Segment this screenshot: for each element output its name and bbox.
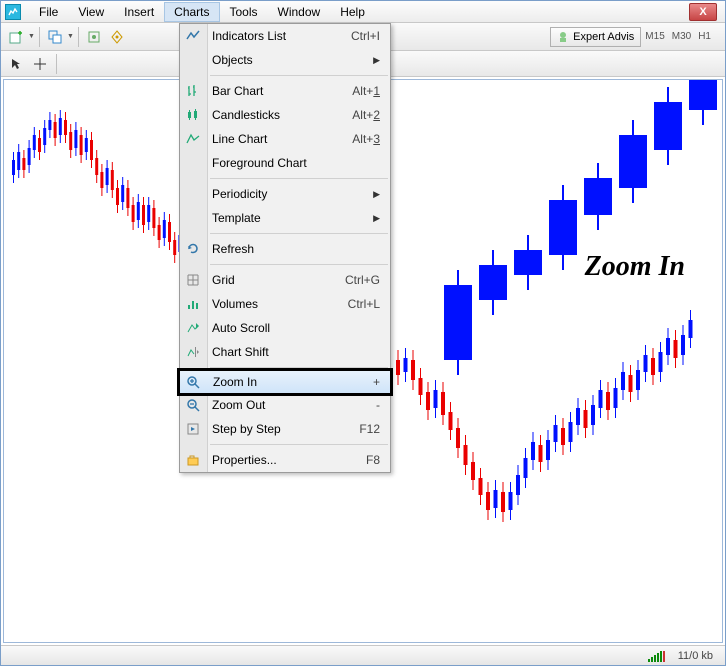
menu-line-chart[interactable]: Line ChartAlt+3 bbox=[180, 127, 390, 151]
status-kb: 11/0 kb bbox=[678, 650, 713, 662]
profiles-button[interactable] bbox=[44, 26, 66, 48]
chart-shift-icon bbox=[185, 344, 201, 360]
menu-insert[interactable]: Insert bbox=[114, 2, 164, 22]
navigator-button[interactable] bbox=[106, 26, 128, 48]
step-icon bbox=[185, 421, 201, 437]
menu-step-by-step[interactable]: Step by StepF12 bbox=[180, 417, 390, 441]
menu-file[interactable]: File bbox=[29, 2, 68, 22]
menu-foreground-chart[interactable]: Foreground Chart bbox=[180, 151, 390, 175]
statusbar: 11/0 kb bbox=[1, 645, 725, 665]
submenu-arrow-icon: ▶ bbox=[373, 55, 380, 66]
menu-candlesticks[interactable]: CandlesticksAlt+2 bbox=[180, 103, 390, 127]
zoom-in-icon bbox=[185, 374, 201, 390]
properties-icon bbox=[185, 452, 201, 468]
zoom-out-icon bbox=[185, 397, 201, 413]
menu-zoom-out[interactable]: Zoom Out- bbox=[180, 393, 390, 417]
line-chart-icon bbox=[185, 131, 201, 147]
timeframe-m15[interactable]: M15 bbox=[642, 29, 667, 44]
menu-indicators-list[interactable]: Indicators ListCtrl+I bbox=[180, 24, 390, 48]
indicators-icon bbox=[185, 28, 201, 44]
window-close-button[interactable]: X bbox=[689, 3, 717, 21]
cursor-tool[interactable] bbox=[5, 53, 27, 75]
auto-scroll-icon bbox=[185, 320, 201, 336]
charts-dropdown-menu: Indicators ListCtrl+I Objects▶ Bar Chart… bbox=[179, 23, 391, 473]
menubar: File View Insert Charts Tools Window Hel… bbox=[1, 1, 725, 23]
dropdown-arrow-icon[interactable]: ▼ bbox=[28, 33, 35, 40]
market-watch-button[interactable] bbox=[83, 26, 105, 48]
menu-objects[interactable]: Objects▶ bbox=[180, 48, 390, 72]
annotation-label: Zoom In bbox=[585, 251, 685, 283]
menu-zoom-in[interactable]: Zoom In+ bbox=[179, 370, 391, 394]
refresh-icon bbox=[185, 241, 201, 257]
menu-grid[interactable]: GridCtrl+G bbox=[180, 268, 390, 292]
menu-properties[interactable]: Properties...F8 bbox=[180, 448, 390, 472]
bar-chart-icon bbox=[185, 83, 201, 99]
expert-advisors-button[interactable]: Expert Advis bbox=[550, 27, 641, 47]
menu-view[interactable]: View bbox=[68, 2, 114, 22]
menu-periodicity[interactable]: Periodicity▶ bbox=[180, 182, 390, 206]
grid-icon bbox=[185, 272, 201, 288]
timeframe-h1[interactable]: H1 bbox=[695, 29, 714, 44]
dropdown-arrow-icon[interactable]: ▼ bbox=[67, 33, 74, 40]
volumes-icon bbox=[185, 296, 201, 312]
submenu-arrow-icon: ▶ bbox=[373, 189, 380, 200]
menu-charts[interactable]: Charts bbox=[164, 2, 219, 22]
menu-window[interactable]: Window bbox=[268, 2, 331, 22]
menu-bar-chart[interactable]: Bar ChartAlt+1 bbox=[180, 79, 390, 103]
candlestick-icon bbox=[185, 107, 201, 123]
menu-refresh[interactable]: Refresh bbox=[180, 237, 390, 261]
menu-help[interactable]: Help bbox=[330, 2, 375, 22]
menu-auto-scroll[interactable]: Auto Scroll bbox=[180, 316, 390, 340]
expert-icon bbox=[557, 31, 569, 43]
menu-chart-shift[interactable]: Chart Shift bbox=[180, 340, 390, 364]
connection-signal-icon bbox=[648, 650, 668, 662]
crosshair-tool[interactable] bbox=[29, 53, 51, 75]
submenu-arrow-icon: ▶ bbox=[373, 213, 380, 224]
menu-volumes[interactable]: VolumesCtrl+L bbox=[180, 292, 390, 316]
new-chart-button[interactable] bbox=[5, 26, 27, 48]
menu-template[interactable]: Template▶ bbox=[180, 206, 390, 230]
menu-tools[interactable]: Tools bbox=[220, 2, 268, 22]
app-icon bbox=[5, 4, 21, 20]
timeframe-m30[interactable]: M30 bbox=[669, 29, 694, 44]
expert-advisors-label: Expert Advis bbox=[573, 31, 634, 43]
